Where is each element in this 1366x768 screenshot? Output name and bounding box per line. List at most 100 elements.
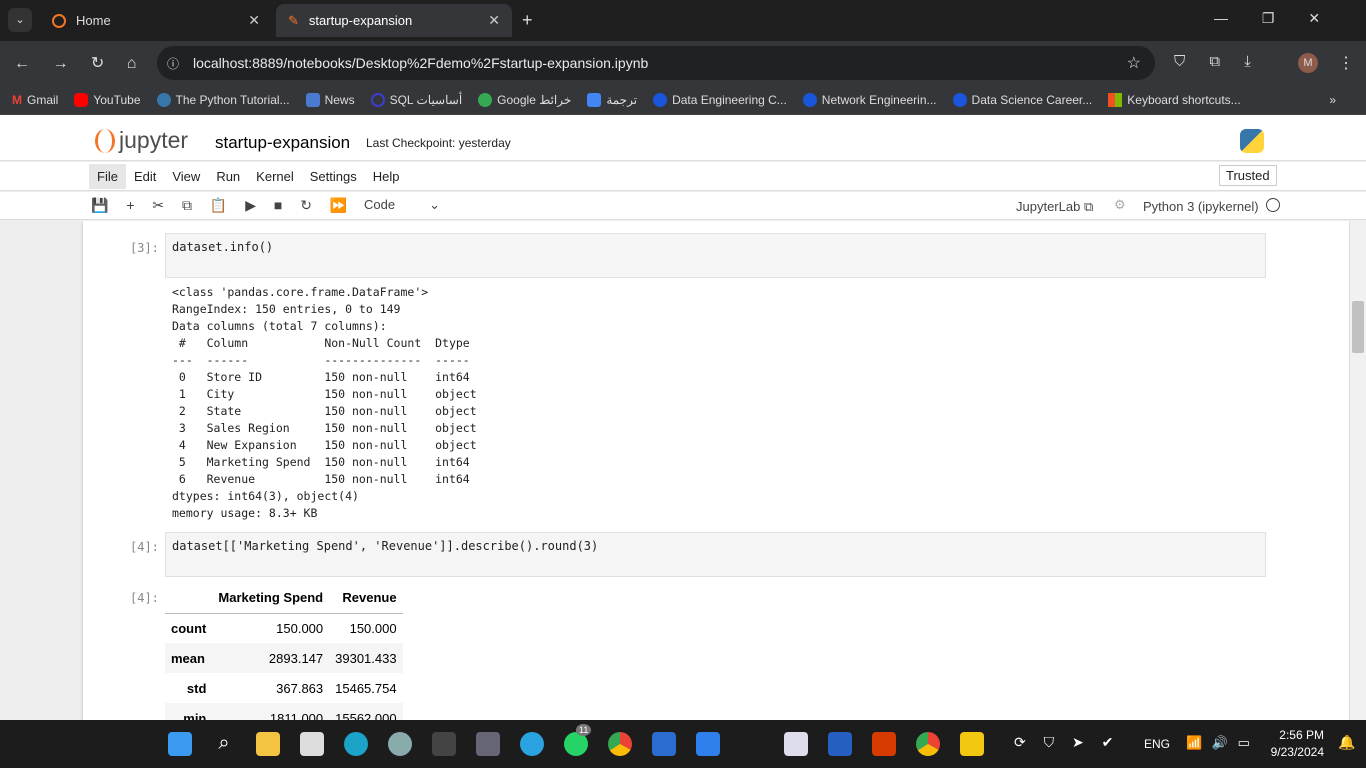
coursera-icon bbox=[802, 92, 817, 107]
cell-code: dataset.info() bbox=[172, 240, 274, 254]
menu-file[interactable]: File bbox=[89, 163, 126, 189]
bookmark-maps[interactable]: Google خرائط bbox=[478, 92, 571, 107]
telegram-icon[interactable] bbox=[520, 732, 544, 756]
coursera-icon bbox=[952, 92, 967, 107]
sql-icon bbox=[370, 92, 385, 107]
python-icon bbox=[156, 92, 171, 107]
close-tab-icon[interactable]: ✕ bbox=[248, 12, 260, 29]
bookmark-label: News bbox=[324, 92, 355, 107]
menu-help[interactable]: Help bbox=[365, 164, 408, 189]
code-cell[interactable]: dataset.info() bbox=[165, 233, 1266, 278]
calculator-icon[interactable] bbox=[476, 732, 500, 756]
vscode-icon[interactable] bbox=[696, 732, 720, 756]
store-icon[interactable] bbox=[300, 732, 324, 756]
column-header: Marketing Spend bbox=[212, 583, 330, 614]
bookmark-youtube[interactable]: YouTube bbox=[74, 92, 141, 107]
row-label: mean bbox=[165, 643, 213, 673]
powerbi-icon[interactable] bbox=[960, 732, 984, 756]
kernel-name[interactable]: Python 3 (ipykernel) bbox=[1143, 199, 1259, 214]
table-row: mean 2893.147 39301.433 bbox=[165, 643, 403, 673]
menu-icon[interactable]: ⋮ bbox=[1338, 53, 1354, 73]
powershell-icon[interactable] bbox=[828, 732, 852, 756]
bookmark-label: Gmail bbox=[27, 92, 59, 107]
tab-search-button[interactable]: ⌄ bbox=[8, 8, 32, 32]
toolbar-buttons[interactable]: 💾 + ✂ ⧉ 📋 ▶ ■ ↻ ⏩ bbox=[91, 197, 347, 214]
bookmark-keyboard[interactable]: Keyboard shortcuts... bbox=[1108, 92, 1241, 107]
describe-table: Marketing Spend Revenue count 150.000 150.0… bbox=[165, 583, 403, 720]
menu-view[interactable]: View bbox=[164, 164, 208, 189]
url-input[interactable]: ⓘ localhost:8889/notebooks/Desktop%2Fdem… bbox=[157, 46, 1155, 80]
translate-icon bbox=[587, 92, 602, 107]
bookmark-sql[interactable]: SQL أساسيات bbox=[370, 92, 462, 107]
bookmark-label: The Python Tutorial... bbox=[175, 92, 290, 107]
code-cell[interactable]: dataset[['Marketing Spend', 'Revenue']].… bbox=[165, 532, 1266, 577]
notebook-title[interactable]: startup-expansion bbox=[215, 133, 350, 153]
cell-value: 39301.433 bbox=[329, 643, 403, 673]
terminal-icon[interactable] bbox=[432, 732, 456, 756]
profile-avatar[interactable]: M bbox=[1298, 53, 1318, 73]
bookmark-network[interactable]: Network Engineerin... bbox=[802, 92, 937, 107]
close-tab-icon[interactable]: ✕ bbox=[488, 12, 500, 29]
site-info-icon[interactable]: ⓘ bbox=[167, 55, 179, 72]
bookmark-star-icon[interactable]: ☆ bbox=[1127, 53, 1141, 73]
language-indicator[interactable]: ENG bbox=[1144, 737, 1170, 751]
bookmark-label: Keyboard shortcuts... bbox=[1127, 92, 1241, 107]
jupyter-logo[interactable]: jupyter bbox=[95, 127, 188, 154]
file-explorer-icon[interactable] bbox=[256, 732, 280, 756]
notebook-area: [3]: dataset.info() <class 'pandas.core.… bbox=[0, 221, 1350, 720]
chrome-profile-icon[interactable] bbox=[916, 732, 940, 756]
bookmark-translate[interactable]: ترجمة bbox=[587, 92, 637, 107]
cell-value: 2893.147 bbox=[212, 643, 330, 673]
bookmark-news[interactable]: News bbox=[305, 92, 355, 107]
notification-bell-icon[interactable]: 🔔 bbox=[1338, 734, 1355, 751]
settings-icon[interactable] bbox=[388, 732, 412, 756]
whatsapp-icon[interactable]: 11 bbox=[564, 724, 592, 756]
table-row: min 1811.000 15562.000 bbox=[165, 703, 403, 720]
cell-value: 367.863 bbox=[276, 680, 324, 696]
jupyter-logo-icon bbox=[95, 128, 115, 153]
edge-icon[interactable] bbox=[344, 732, 368, 756]
cell-value: 150.000 bbox=[349, 620, 397, 636]
menu-edit[interactable]: Edit bbox=[126, 164, 164, 189]
cell-code: dataset[['Marketing Spend', 'Revenue']].… bbox=[172, 539, 599, 553]
nav-buttons[interactable]: ← → ↻ ⌂ bbox=[14, 53, 136, 73]
office-icon[interactable] bbox=[872, 732, 896, 756]
app-icon[interactable] bbox=[652, 732, 676, 756]
clock-time[interactable]: 2:56 PM bbox=[1268, 728, 1324, 742]
trusted-badge[interactable]: Trusted bbox=[1219, 165, 1277, 186]
maps-icon bbox=[478, 92, 493, 107]
extension-icons[interactable]: ⛉ ⧉ ⤓ bbox=[1174, 53, 1251, 70]
more-bookmarks-icon[interactable]: » bbox=[1329, 93, 1336, 107]
youtube-icon bbox=[74, 92, 89, 107]
cell-type-select[interactable]: Code ⌄ bbox=[358, 195, 446, 215]
bookmarks-bar: M Gmail YouTube The Python Tutorial... Ne… bbox=[0, 85, 1366, 115]
tableau-icon[interactable] bbox=[784, 732, 808, 756]
menu-run[interactable]: Run bbox=[208, 164, 248, 189]
new-tab-button[interactable]: + bbox=[522, 10, 533, 31]
menu-kernel[interactable]: Kernel bbox=[248, 164, 302, 189]
kernel-settings-icon[interactable]: ⚙ bbox=[1114, 197, 1126, 213]
scrollbar-thumb[interactable] bbox=[1352, 301, 1364, 353]
system-tray-icons[interactable]: ⟳ ⛉ ➤ ✔ bbox=[1014, 734, 1113, 751]
tab-startup-expansion[interactable]: ✎ startup-expansion ✕ bbox=[276, 4, 512, 37]
bookmark-data-engineering[interactable]: Data Engineering C... bbox=[653, 92, 787, 107]
chrome-icon[interactable] bbox=[608, 732, 632, 756]
bookmark-gmail[interactable]: M Gmail bbox=[12, 93, 58, 107]
bookmark-label: Data Engineering C... bbox=[672, 92, 787, 107]
menu-settings[interactable]: Settings bbox=[302, 164, 365, 189]
network-volume-battery-icons[interactable]: 📶 🔊 ▭ bbox=[1186, 735, 1250, 751]
vertical-scrollbar[interactable] bbox=[1350, 221, 1366, 720]
microsoft-icon bbox=[1108, 92, 1123, 107]
bookmark-python[interactable]: The Python Tutorial... bbox=[156, 92, 290, 107]
search-icon[interactable]: ⌕ bbox=[212, 732, 236, 756]
jupyterlab-link[interactable]: JupyterLab ⧉ bbox=[1016, 199, 1093, 215]
window-controls[interactable]: — ❐ ✕ bbox=[1214, 10, 1320, 27]
tab-home[interactable]: Home ✕ bbox=[40, 4, 272, 37]
jupyterlab-label: JupyterLab bbox=[1016, 199, 1081, 214]
start-icon[interactable] bbox=[168, 732, 192, 756]
jupyter-wordmark: jupyter bbox=[119, 127, 189, 153]
clock-date[interactable]: 9/23/2024 bbox=[1264, 745, 1324, 759]
bookmark-data-science[interactable]: Data Science Career... bbox=[952, 92, 1092, 107]
tab-label: Home bbox=[76, 13, 111, 28]
table-row: count 150.000 150.000 bbox=[165, 613, 403, 643]
